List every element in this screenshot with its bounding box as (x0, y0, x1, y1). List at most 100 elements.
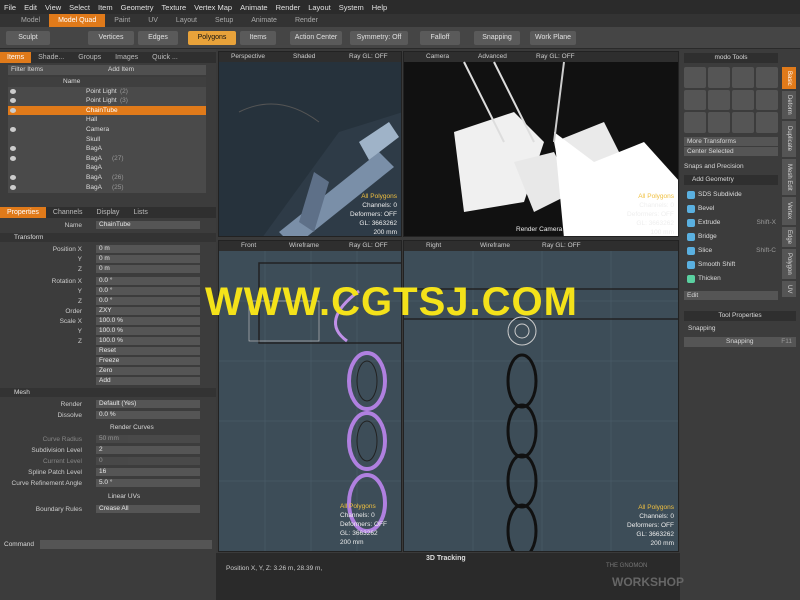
cylinder-icon[interactable] (732, 67, 754, 88)
subdivision-level-field[interactable]: 2 (96, 446, 200, 454)
perspective-viewport[interactable]: Perspective Shaded Ray GL: OFF All Polyg… (218, 51, 402, 237)
sculpt-button[interactable]: Sculpt (6, 31, 50, 45)
falloff-button[interactable]: Falloff (420, 31, 460, 45)
tab-uv[interactable]: UV (782, 281, 796, 297)
render-dropdown[interactable]: Default (Yes) (96, 400, 200, 408)
boundary-rules-dropdown[interactable]: Crease All (96, 505, 200, 513)
center-selected-dropdown[interactable]: Center Selected (684, 147, 778, 156)
text-icon[interactable] (756, 89, 778, 111)
linear-uvs-checkbox[interactable]: Linear UVs (108, 492, 140, 501)
add-item-dropdown[interactable]: Add Item (108, 65, 134, 75)
list-item[interactable]: ChainTube (8, 105, 206, 116)
eye-icon[interactable] (10, 98, 16, 104)
sphere-icon[interactable] (708, 67, 730, 88)
cube-icon[interactable] (684, 67, 706, 88)
rotation-y-field[interactable]: 0.0 ° (96, 287, 200, 295)
tab-images[interactable]: Images (108, 52, 145, 63)
rotate-icon[interactable] (708, 112, 730, 133)
transform-icon[interactable] (756, 112, 778, 133)
menu-layout[interactable]: Layout (308, 3, 331, 12)
filter-items-dropdown[interactable]: Filter Items (11, 65, 43, 75)
eye-icon[interactable] (10, 155, 16, 161)
tab-model[interactable]: Model (12, 14, 49, 27)
reset-button[interactable]: Reset (96, 347, 200, 355)
menu-animate[interactable]: Animate (240, 3, 268, 12)
scale-z-field[interactable]: 100.0 % (96, 337, 200, 345)
tab-vertex[interactable]: Vertex (782, 197, 796, 225)
list-item[interactable]: BagA (25) (8, 183, 206, 193)
scale-y-field[interactable]: 100.0 % (96, 327, 200, 335)
list-item[interactable]: BagA (8, 163, 206, 173)
tab-paint[interactable]: Paint (105, 14, 139, 27)
extrude-button[interactable]: Extrude Shift-X (684, 217, 778, 229)
menu-vertex-map[interactable]: Vertex Map (194, 3, 232, 12)
slice-button[interactable]: Slice Shift-C (684, 245, 778, 257)
bridge-button[interactable]: Bridge (684, 231, 778, 243)
menu-help[interactable]: Help (372, 3, 387, 12)
menu-geometry[interactable]: Geometry (121, 3, 154, 12)
curve-radius-field[interactable]: 50 mm (96, 435, 200, 443)
tab-items[interactable]: Items (0, 52, 32, 63)
list-item[interactable]: Hall (8, 115, 206, 125)
tab-animate[interactable]: Animate (242, 14, 286, 27)
freeze-button[interactable]: Freeze (96, 357, 200, 365)
spline-patch-level-field[interactable]: 16 (96, 468, 200, 476)
rotation-z-field[interactable]: 0.0 ° (96, 297, 200, 305)
menu-file[interactable]: File (4, 3, 16, 12)
rotation-x-field[interactable]: 0.0 ° (96, 277, 200, 285)
tab-uv[interactable]: UV (139, 14, 167, 27)
pen-icon[interactable] (732, 89, 754, 111)
tab-deform[interactable]: Deform (782, 91, 796, 119)
tab-render[interactable]: Render (286, 14, 327, 27)
mesh-section[interactable]: Mesh (0, 388, 216, 397)
scale-x-field[interactable]: 100.0 % (96, 317, 200, 325)
symmetry-button[interactable]: Symmetry: Off (350, 31, 408, 45)
more-transforms-dropdown[interactable]: More Transforms (684, 137, 778, 146)
eye-icon[interactable] (10, 107, 16, 113)
position-z-field[interactable]: 0 m (96, 265, 200, 273)
menu-system[interactable]: System (339, 3, 364, 12)
tab-polygon[interactable]: Polygon (782, 249, 796, 279)
tab-channels[interactable]: Channels (46, 207, 90, 218)
action-center-button[interactable]: Action Center (290, 31, 342, 45)
capsule-icon[interactable] (708, 89, 730, 111)
order-dropdown[interactable]: ZXY (96, 307, 200, 315)
list-item[interactable]: BagA (27) (8, 154, 206, 164)
eye-icon[interactable] (10, 146, 16, 152)
menu-texture[interactable]: Texture (162, 3, 187, 12)
position-x-field[interactable]: 0 m (96, 245, 200, 253)
tab-layout[interactable]: Layout (167, 14, 206, 27)
command-input[interactable] (40, 540, 212, 549)
tab-groups[interactable]: Groups (71, 52, 108, 63)
name-field[interactable]: ChainTube (96, 221, 200, 229)
eye-icon[interactable] (10, 184, 16, 190)
snapping-button[interactable]: Snapping (474, 31, 520, 45)
list-item[interactable]: BagA (8, 144, 206, 154)
edit-dropdown[interactable]: Edit (684, 291, 778, 300)
work-plane-button[interactable]: Work Plane (530, 31, 576, 45)
cone-icon[interactable] (756, 67, 778, 88)
menu-select[interactable]: Select (69, 3, 90, 12)
torus-icon[interactable] (684, 89, 706, 111)
vertices-button[interactable]: Vertices (88, 31, 134, 45)
eye-icon[interactable] (10, 174, 16, 180)
tab-model-quad[interactable]: Model Quad (49, 14, 106, 27)
position-y-field[interactable]: 0 m (96, 255, 200, 263)
tab-lists[interactable]: Lists (126, 207, 154, 218)
eye-icon[interactable] (10, 88, 16, 94)
dissolve-field[interactable]: 0.0 % (96, 411, 200, 419)
list-item[interactable]: Camera (8, 125, 206, 135)
transform-section[interactable]: Transform (0, 233, 216, 242)
tab-basic[interactable]: Basic (782, 67, 796, 89)
curve-refinement-field[interactable]: 5.0 ° (96, 479, 200, 487)
list-item[interactable]: Point Light (2) (8, 87, 206, 97)
menu-render[interactable]: Render (276, 3, 301, 12)
zero-button[interactable]: Zero (96, 367, 200, 375)
thicken-button[interactable]: Thicken (684, 273, 778, 285)
tab-shade[interactable]: Shade... (31, 52, 71, 63)
bevel-button[interactable]: Bevel (684, 203, 778, 215)
menu-edit[interactable]: Edit (24, 3, 37, 12)
list-item[interactable]: Skull (8, 135, 206, 145)
list-item[interactable]: Point Light (3) (8, 96, 206, 106)
tab-setup[interactable]: Setup (206, 14, 242, 27)
